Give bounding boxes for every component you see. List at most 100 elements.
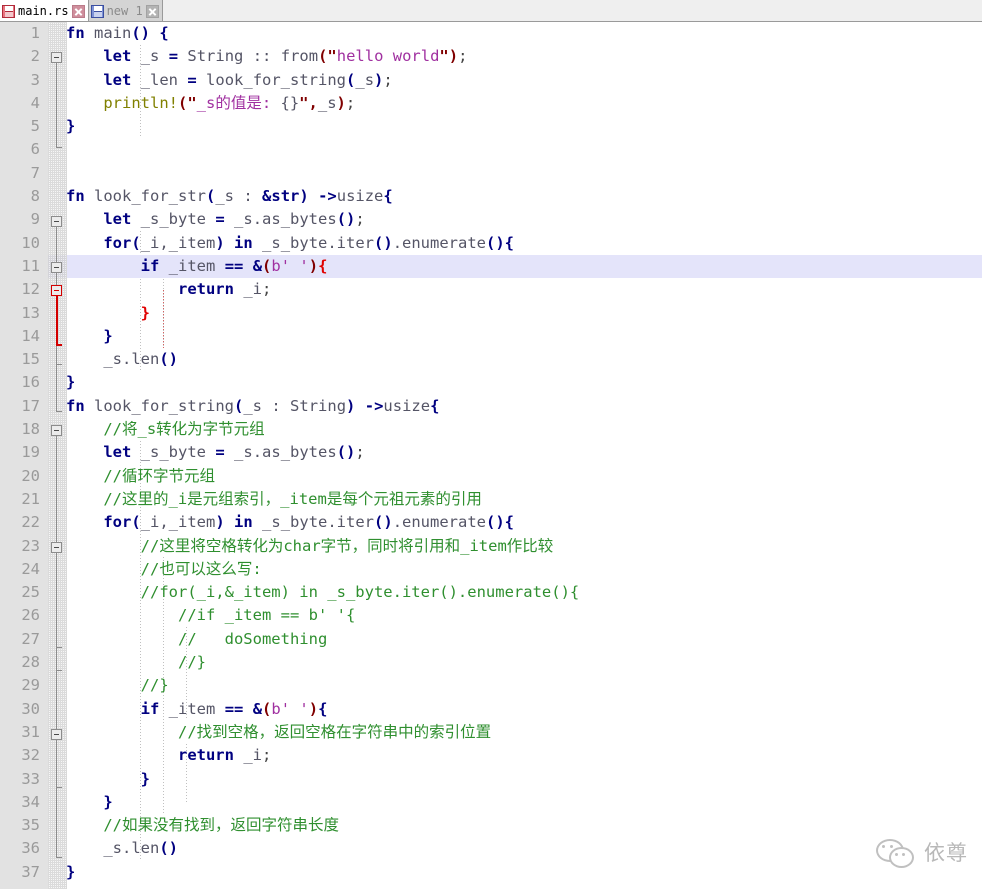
fold-marker-line-11[interactable]: [51, 285, 62, 296]
code-line[interactable]: 18 //将_s转化为字节元组: [0, 418, 982, 441]
line-number: 26: [21, 606, 40, 625]
code-lines: 1 fn main() { 2 let _s = String :: from(…: [0, 22, 982, 884]
code-line[interactable]: 7: [0, 162, 982, 185]
code-line[interactable]: 25 //for(_i,&_item) in _s_byte.iter().en…: [0, 581, 982, 604]
line-number: 7: [30, 163, 40, 182]
line-content: let _len = look_for_string(_s);: [103, 70, 393, 89]
line-content: return _i;: [177, 280, 272, 299]
code-line[interactable]: 16 }: [0, 371, 982, 394]
line-content: _s.len(): [103, 839, 178, 858]
line-number: 29: [21, 676, 40, 695]
code-line[interactable]: 28 //}: [0, 651, 982, 674]
code-line[interactable]: 24 //也可以这么写:: [0, 558, 982, 581]
line-content: }: [140, 769, 150, 788]
tab-main-rs[interactable]: main.rs: [0, 0, 89, 21]
line-number: 23: [21, 536, 40, 555]
code-line[interactable]: 29 //}: [0, 674, 982, 697]
code-line[interactable]: 32 return _i;: [0, 744, 982, 767]
line-content: //找到空格，返回空格在字符串中的索引位置: [66, 722, 492, 741]
code-line[interactable]: 33 }: [0, 768, 982, 791]
code-line[interactable]: 22 for(_i,_item) in _s_byte.iter().enume…: [0, 511, 982, 534]
fold-range-end-active: [56, 344, 62, 346]
code-line[interactable]: 2 let _s = String :: from("hello world")…: [0, 45, 982, 68]
code-line[interactable]: 23 //这里将空格转化为char字节，同时将引用和_item作比较: [0, 535, 982, 558]
code-line[interactable]: 30 if _item == &(b' '){: [0, 698, 982, 721]
code-line[interactable]: 19 let _s_byte = _s.as_bytes();: [0, 441, 982, 464]
line-content: let _s = String :: from("hello world");: [103, 47, 468, 66]
line-content: //}: [66, 653, 206, 672]
code-line[interactable]: 34 }: [0, 791, 982, 814]
fold-range-tick: [56, 670, 62, 671]
save-disk-icon-modified: [2, 4, 15, 18]
code-line[interactable]: 3 let _len = look_for_string(_s);: [0, 69, 982, 92]
code-line[interactable]: 37 }: [0, 861, 982, 884]
code-line[interactable]: 35 //如果没有找到，返回字符串长度: [0, 814, 982, 837]
line-content: //这里将空格转化为char字节，同时将引用和_item作比较: [66, 536, 554, 555]
code-line[interactable]: 17 fn look_for_string(_s : String) ->usi…: [0, 395, 982, 418]
line-number: 30: [21, 699, 40, 718]
fold-range-line-11: [56, 296, 58, 344]
line-number: 1: [30, 24, 40, 42]
line-content: fn look_for_str(_s : &str) ->usize{: [66, 187, 393, 206]
fold-range-end: [56, 147, 62, 148]
code-line[interactable]: 36 _s.len(): [0, 837, 982, 860]
line-number: 20: [21, 466, 40, 485]
code-line-current[interactable]: 11 if _item == &(b' '){: [0, 254, 982, 279]
fold-marker-line-30[interactable]: [51, 729, 62, 740]
line-content: }: [66, 862, 76, 881]
code-line[interactable]: 26 //if _item == b' '{: [0, 604, 982, 627]
fold-range-line-1: [56, 63, 57, 147]
line-number: 14: [21, 326, 40, 345]
code-line[interactable]: 14 }: [0, 325, 982, 348]
line-number: 5: [30, 117, 40, 136]
line-number: 11: [21, 256, 40, 275]
close-icon[interactable]: [145, 4, 159, 18]
code-line[interactable]: 9 let _s_byte = _s.as_bytes();: [0, 208, 982, 231]
fold-range-tick: [56, 647, 62, 648]
line-content: for(_i,_item) in _s_byte.iter().enumerat…: [103, 233, 515, 252]
line-number: 24: [21, 559, 40, 578]
line-content: //这里的_i是元组索引，_item是每个元祖元素的引用: [66, 489, 482, 508]
fold-marker-line-10[interactable]: [51, 262, 62, 273]
line-number: 22: [21, 513, 40, 532]
code-line[interactable]: 20 //循环字节元组: [0, 465, 982, 488]
code-editor[interactable]: 1 fn main() { 2 let _s = String :: from(…: [0, 22, 982, 889]
line-number: 10: [21, 233, 40, 252]
code-line[interactable]: 1 fn main() {: [0, 22, 982, 45]
code-line[interactable]: 4 println!("_s的值是: {}",_s);: [0, 92, 982, 115]
code-line[interactable]: 31 //找到空格，返回空格在字符串中的索引位置: [0, 721, 982, 744]
line-number: 9: [30, 210, 40, 229]
code-line[interactable]: 6: [0, 138, 982, 161]
fold-marker-line-1[interactable]: [51, 52, 62, 63]
close-icon[interactable]: [71, 4, 85, 18]
line-content: }: [103, 326, 113, 345]
line-content: let _s_byte = _s.as_bytes();: [103, 443, 365, 462]
line-content: fn main() {: [66, 24, 169, 42]
code-line[interactable]: 8 fn look_for_str(_s : &str) ->usize{: [0, 185, 982, 208]
code-line[interactable]: 13 }: [0, 302, 982, 325]
fold-marker-line-8[interactable]: [51, 216, 62, 227]
fold-range-end: [56, 364, 62, 365]
code-line[interactable]: 27 // doSomething: [0, 628, 982, 651]
line-content: }: [140, 303, 150, 322]
line-number: 6: [30, 140, 40, 159]
line-number: 27: [21, 629, 40, 648]
code-line[interactable]: 21 //这里的_i是元组索引，_item是每个元祖元素的引用: [0, 488, 982, 511]
line-number: 31: [21, 722, 40, 741]
line-content: let _s_byte = _s.as_bytes();: [103, 210, 365, 229]
code-line[interactable]: 5 }: [0, 115, 982, 138]
line-content: //将_s转化为字节元组: [66, 420, 265, 439]
fold-range-end: [56, 857, 62, 858]
code-line[interactable]: 15 _s.len(): [0, 348, 982, 371]
code-line[interactable]: 10 for(_i,_item) in _s_byte.iter().enume…: [0, 232, 982, 255]
line-content: }: [66, 117, 76, 136]
tab-label: new 1: [106, 4, 143, 18]
code-line[interactable]: 12 return _i;: [0, 278, 982, 301]
line-content: //循环字节元组: [66, 466, 215, 485]
line-content: //for(_i,&_item) in _s_byte.iter().enume…: [66, 583, 580, 602]
fold-marker-line-22[interactable]: [51, 542, 62, 553]
fold-marker-line-17[interactable]: [51, 425, 62, 436]
line-content: //if _item == b' '{: [66, 606, 356, 625]
tab-new-1[interactable]: new 1: [88, 0, 163, 21]
line-number: 21: [21, 489, 40, 508]
